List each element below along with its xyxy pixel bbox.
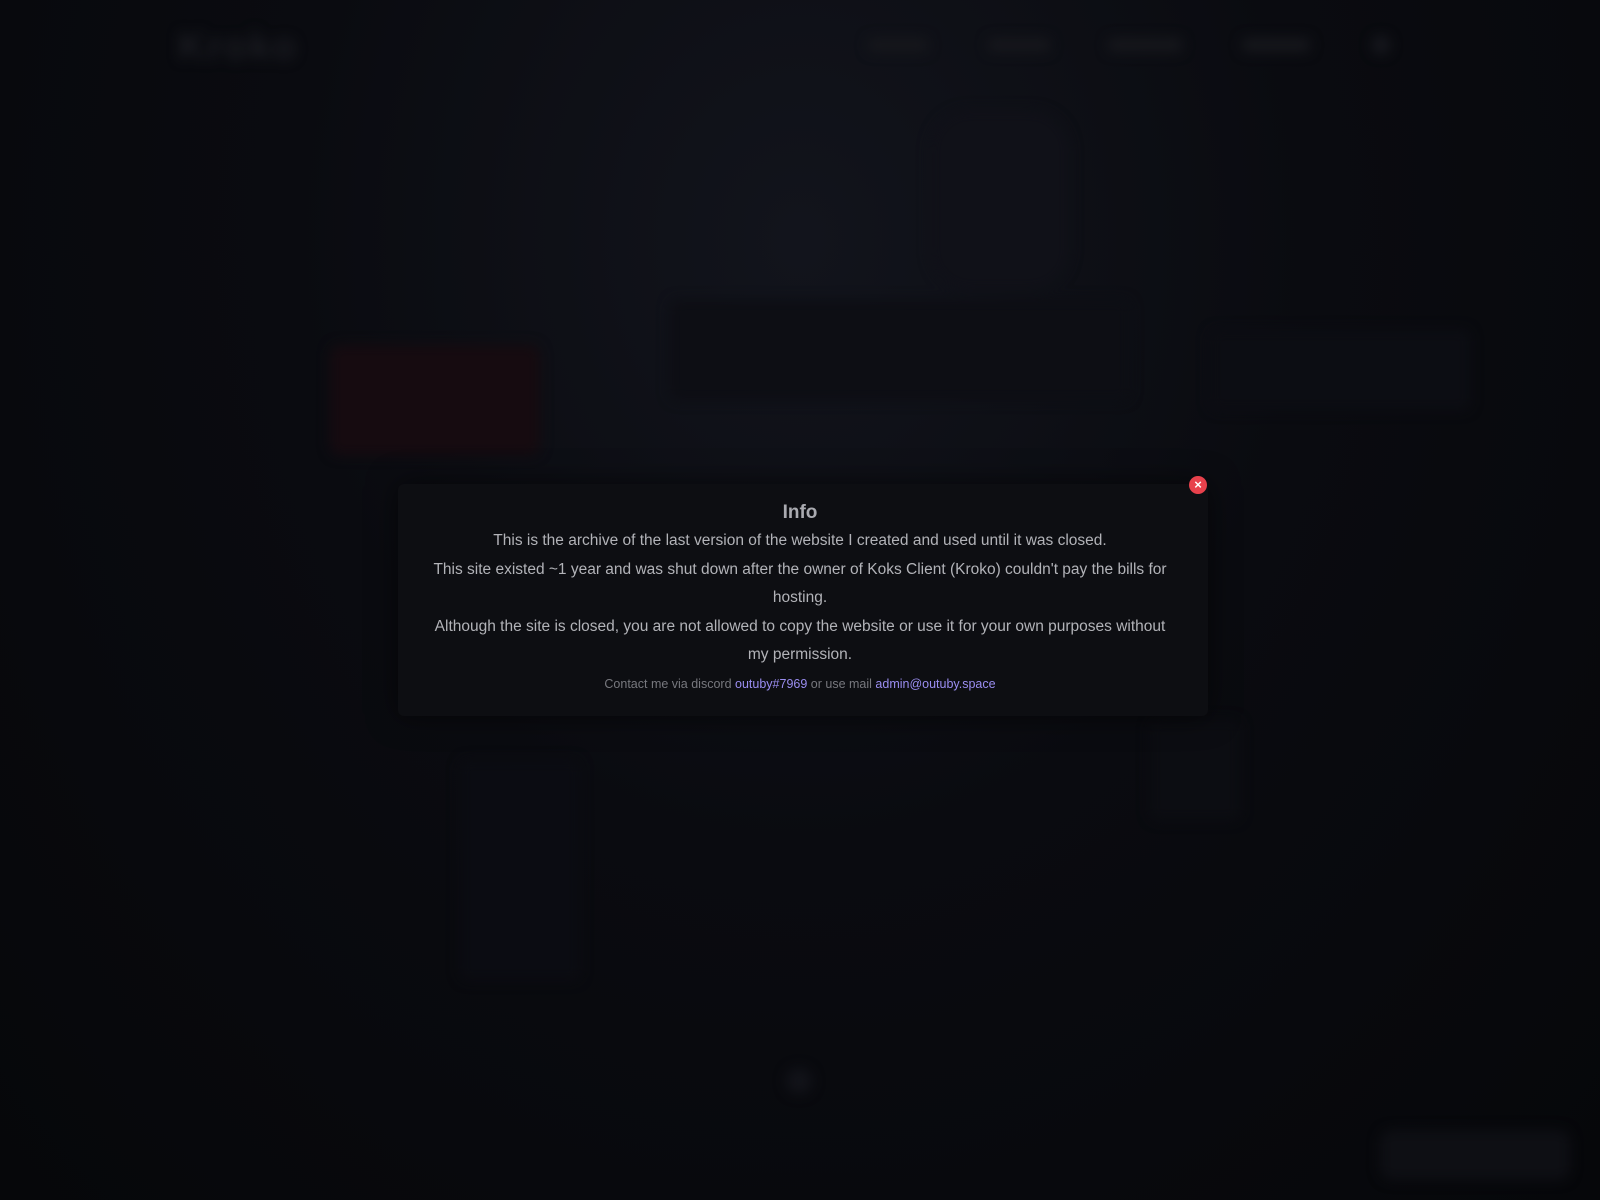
- navbar: Kroko: [0, 26, 1600, 68]
- page: Kroko × Info This is the archive of the …: [0, 0, 1600, 1200]
- background-figure: [460, 760, 580, 980]
- nav-link-4[interactable]: [1242, 38, 1310, 52]
- background-figure: [930, 110, 1070, 290]
- nav-link-1[interactable]: [868, 38, 928, 52]
- background-figure: [1210, 330, 1470, 410]
- background-figure: [1150, 720, 1240, 820]
- corner-widget[interactable]: [1380, 1130, 1570, 1180]
- modal-paragraph: Although the site is closed, you are not…: [434, 617, 1166, 664]
- nav-link-3[interactable]: [1108, 38, 1182, 52]
- background-figure: [670, 300, 1130, 400]
- background-red-block: [330, 345, 540, 455]
- modal-title: Info: [782, 502, 818, 523]
- discord-link[interactable]: outuby#7969: [735, 677, 807, 691]
- site-logo: Kroko: [178, 26, 298, 68]
- contact-prefix: Contact me via discord: [604, 677, 732, 691]
- modal-contact-line: Contact me via discord outuby#7969 or us…: [0, 677, 1600, 691]
- modal-body: This is the archive of the last version …: [430, 527, 1170, 670]
- account-icon[interactable]: [1372, 36, 1390, 54]
- modal-paragraph: This is the archive of the last version …: [493, 532, 1107, 549]
- close-icon[interactable]: ×: [1189, 476, 1207, 494]
- modal-paragraph: This site existed ~1 year and was shut d…: [433, 560, 1167, 607]
- scroll-down-icon[interactable]: [786, 1068, 812, 1094]
- nav-link-2[interactable]: [988, 38, 1050, 52]
- email-link[interactable]: admin@outuby.space: [875, 677, 995, 691]
- contact-middle: or use mail: [810, 677, 872, 691]
